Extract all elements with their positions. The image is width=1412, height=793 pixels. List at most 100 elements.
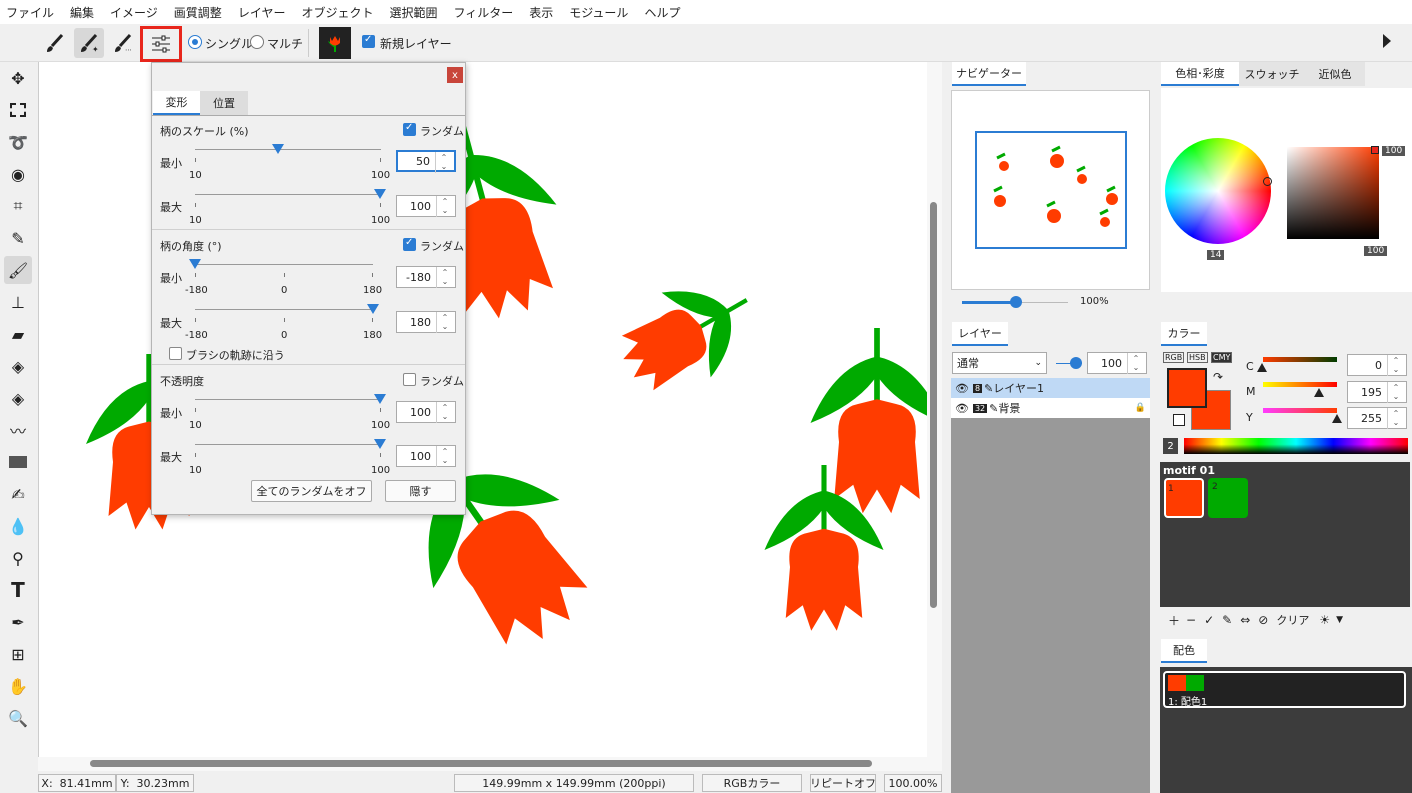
- tab-navigator[interactable]: ナビゲーター: [952, 62, 1026, 86]
- horizontal-scrollbar[interactable]: [38, 757, 942, 771]
- scatter-brush-icon[interactable]: ⋯: [108, 28, 138, 58]
- c-thumb[interactable]: [1257, 363, 1267, 372]
- mode-hsb[interactable]: HSB: [1187, 352, 1208, 363]
- spectrum-bar[interactable]: [1184, 438, 1408, 454]
- tab-layers[interactable]: レイヤー: [952, 322, 1008, 346]
- blur-icon[interactable]: 💧: [4, 512, 32, 540]
- clear-button[interactable]: クリア: [1276, 612, 1309, 628]
- color-scheme-item[interactable]: 1: 配色1: [1163, 671, 1406, 708]
- menu-image[interactable]: イメージ: [110, 4, 158, 21]
- motif-item-1[interactable]: 1: [1164, 478, 1204, 518]
- navigator-preview[interactable]: [951, 90, 1150, 290]
- angle-max-thumb[interactable]: [367, 304, 379, 314]
- multi-radio[interactable]: [250, 35, 264, 49]
- opacity-max-thumb[interactable]: [374, 439, 386, 449]
- angle-min-thumb[interactable]: [189, 259, 201, 269]
- saturation-box[interactable]: [1287, 147, 1379, 239]
- c-input[interactable]: 0: [1347, 354, 1407, 376]
- brush-settings-button[interactable]: [140, 26, 182, 62]
- tab-position[interactable]: 位置: [200, 91, 248, 115]
- pen-edit-icon[interactable]: ✍: [4, 480, 32, 508]
- motif-item-2[interactable]: 2: [1208, 478, 1248, 518]
- pen-icon[interactable]: ✒: [4, 608, 32, 636]
- layer-opacity-input[interactable]: 100: [1087, 352, 1147, 374]
- scale-max-thumb[interactable]: [374, 189, 386, 199]
- tab-hue-saturation[interactable]: 色相･彩度: [1161, 62, 1239, 86]
- vertical-scrollbar[interactable]: [927, 62, 942, 771]
- angle-min-track[interactable]: [195, 264, 373, 265]
- vertical-scroll-thumb[interactable]: [930, 202, 937, 608]
- repeat-mode[interactable]: リピートオフ: [810, 774, 876, 792]
- eyedropper-icon[interactable]: ✎: [4, 224, 32, 252]
- lasso-icon[interactable]: ➰: [4, 128, 32, 156]
- menu-view[interactable]: 表示: [529, 4, 553, 21]
- layer-opacity-thumb[interactable]: [1070, 357, 1082, 369]
- hide-button[interactable]: 隠す: [385, 480, 456, 502]
- remove-icon[interactable]: −: [1186, 613, 1196, 627]
- expand-arrow-icon[interactable]: [1383, 34, 1391, 48]
- opacity-min-thumb[interactable]: [374, 394, 386, 404]
- scale-min-input[interactable]: 50: [396, 150, 456, 173]
- eraser-icon[interactable]: ▰: [4, 320, 32, 348]
- menu-adjust[interactable]: 画質調整: [174, 4, 222, 21]
- opacity-max-track[interactable]: [195, 444, 381, 445]
- m-thumb[interactable]: [1314, 388, 1324, 397]
- wave-icon[interactable]: 〰: [4, 416, 32, 444]
- tab-swatch[interactable]: スウォッチ: [1239, 62, 1305, 86]
- dropdown-arrow-icon[interactable]: ▼: [1336, 615, 1343, 625]
- y-thumb[interactable]: [1332, 414, 1342, 423]
- swap-icon[interactable]: ⇔: [1240, 613, 1250, 627]
- rect-select-icon[interactable]: [4, 96, 32, 124]
- menu-help[interactable]: ヘルプ: [644, 4, 680, 21]
- y-slider[interactable]: [1263, 408, 1337, 413]
- scale-max-input[interactable]: 100: [396, 195, 456, 217]
- m-slider[interactable]: [1263, 382, 1337, 387]
- opacity-min-track[interactable]: [195, 399, 381, 400]
- opacity-random-checkbox[interactable]: [403, 373, 416, 386]
- zoom-icon[interactable]: 🔍: [4, 704, 32, 732]
- menu-module[interactable]: モジュール: [569, 4, 628, 21]
- layer-row-1[interactable]: 👁 8 ✎ レイヤー1: [951, 378, 1150, 398]
- menu-selection[interactable]: 選択範囲: [389, 4, 437, 21]
- c-slider[interactable]: [1263, 357, 1337, 362]
- swap-icon[interactable]: ↷: [1213, 370, 1223, 384]
- menu-layer[interactable]: レイヤー: [238, 4, 286, 21]
- angle-max-track[interactable]: [195, 309, 373, 310]
- zoom-level[interactable]: 100.00%: [884, 774, 942, 792]
- angle-max-input[interactable]: 180: [396, 311, 456, 333]
- angle-random-checkbox[interactable]: [403, 237, 416, 251]
- scale-min-thumb[interactable]: [272, 144, 284, 154]
- follow-stroke-checkbox[interactable]: [169, 347, 182, 360]
- crop-icon[interactable]: ⌗: [4, 192, 32, 220]
- m-input[interactable]: 195: [1347, 381, 1407, 403]
- close-icon[interactable]: x: [447, 67, 463, 83]
- menu-filter[interactable]: フィルター: [453, 4, 513, 21]
- horizontal-scroll-thumb[interactable]: [90, 760, 872, 767]
- mode-cmy[interactable]: CMY: [1211, 352, 1233, 363]
- layer-row-2[interactable]: 👁 32 ✎ 背景 🔒: [951, 398, 1150, 418]
- add-icon[interactable]: ＋: [1168, 612, 1180, 629]
- motif-preview-button[interactable]: [319, 27, 351, 59]
- stamp-icon[interactable]: ⊥: [4, 288, 32, 316]
- opacity-min-input[interactable]: 100: [396, 401, 456, 423]
- tab-transform[interactable]: 変形: [153, 91, 200, 115]
- nav-zoom-thumb[interactable]: [1010, 296, 1022, 308]
- shape-icon[interactable]: [4, 448, 32, 476]
- tab-color-scheme[interactable]: 配色: [1161, 639, 1207, 663]
- foreground-color-swatch[interactable]: [1167, 368, 1207, 408]
- edit-icon[interactable]: ✎: [1222, 613, 1232, 627]
- single-radio[interactable]: [188, 35, 202, 49]
- hand-icon[interactable]: ✋: [4, 672, 32, 700]
- tab-color[interactable]: カラー: [1161, 322, 1207, 346]
- menu-object[interactable]: オブジェクト: [301, 4, 373, 21]
- hue-wheel[interactable]: [1165, 138, 1272, 244]
- fill-icon[interactable]: ◈: [4, 352, 32, 380]
- new-layer-checkbox[interactable]: [362, 34, 375, 48]
- tab-similar[interactable]: 近似色: [1305, 62, 1365, 86]
- transparent-swatch[interactable]: [1173, 414, 1185, 426]
- pattern-fill-icon[interactable]: ◈: [4, 384, 32, 412]
- y-input[interactable]: 255: [1347, 407, 1407, 429]
- no-icon[interactable]: ⊘: [1258, 613, 1268, 627]
- pattern-brush-icon[interactable]: ✦: [74, 28, 104, 58]
- sun-icon[interactable]: ☀: [1319, 613, 1330, 627]
